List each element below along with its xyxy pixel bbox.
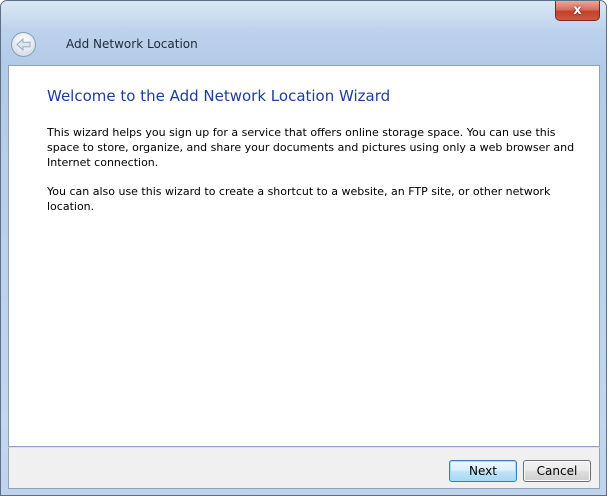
description-paragraph-secondary: You can also use this wizard to create a…	[47, 185, 551, 213]
page-title: Welcome to the Add Network Location Wiza…	[47, 87, 391, 105]
close-icon: x	[573, 3, 582, 18]
window-title: Add Network Location	[66, 37, 198, 51]
cancel-button[interactable]: Cancel	[523, 460, 591, 482]
next-button[interactable]: Next	[449, 460, 517, 482]
button-bar: Next Cancel	[8, 447, 600, 489]
back-button[interactable]	[11, 32, 36, 57]
wizard-window: x Add Network Location Welcome to the Ad…	[0, 0, 607, 496]
description-paragraph: This wizard helps you sign up for a serv…	[47, 126, 575, 169]
wizard-content: Welcome to the Add Network Location Wiza…	[8, 65, 600, 447]
back-arrow-icon	[16, 38, 31, 51]
close-button[interactable]: x	[555, 1, 600, 21]
title-bar	[1, 1, 606, 29]
